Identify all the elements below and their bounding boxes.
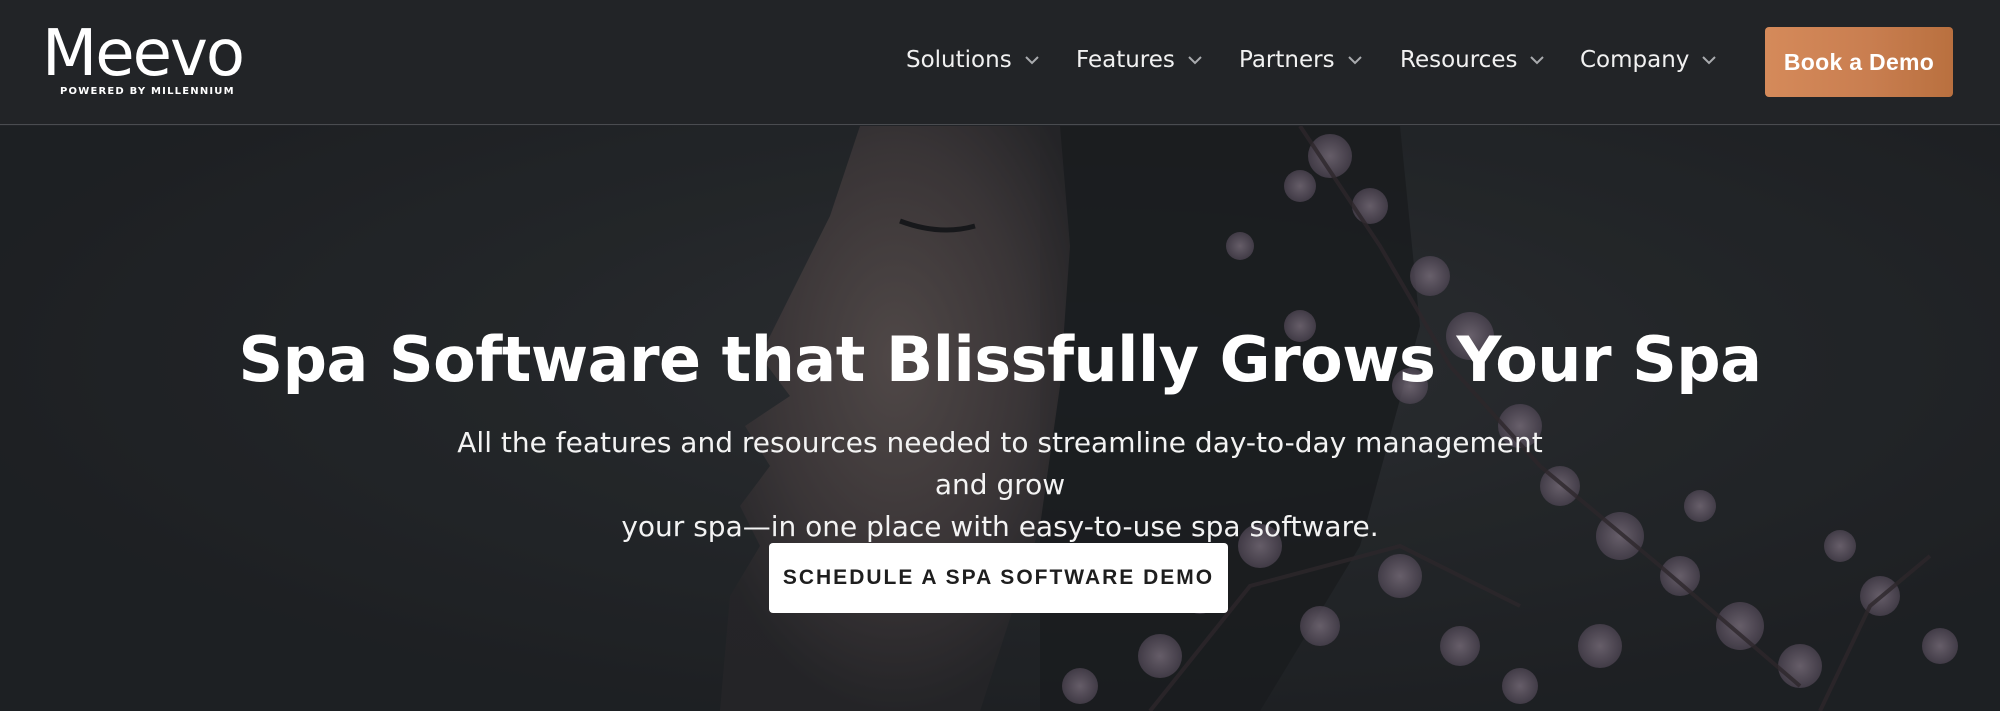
nav-item-label: Features: [1076, 47, 1175, 73]
logo-tagline: POWERED BY MILLENNIUM: [60, 86, 235, 97]
page: Meevo POWERED BY MILLENNIUM Solutions Fe…: [0, 0, 2000, 711]
nav-item-label: Company: [1580, 47, 1690, 73]
nav-item-label: Partners: [1239, 47, 1335, 73]
nav-item-partners[interactable]: Partners: [1239, 40, 1363, 80]
chevron-down-icon: [1701, 52, 1717, 68]
hero-subtitle-line-2: your spa—in one place with easy-to-use s…: [621, 510, 1379, 543]
chevron-down-icon: [1187, 52, 1203, 68]
hero-section: Spa Software that Blissfully Grows Your …: [0, 126, 2000, 711]
meevo-logo[interactable]: Meevo POWERED BY MILLENNIUM: [42, 17, 245, 102]
nav-item-features[interactable]: Features: [1076, 40, 1203, 80]
nav-item-resources[interactable]: Resources: [1400, 40, 1545, 80]
chevron-down-icon: [1529, 52, 1545, 68]
chevron-down-icon: [1024, 52, 1040, 68]
schedule-demo-button[interactable]: SCHEDULE A SPA SOFTWARE DEMO: [769, 543, 1228, 613]
site-header: Meevo POWERED BY MILLENNIUM Solutions Fe…: [0, 0, 2000, 125]
hero-title: Spa Software that Blissfully Grows Your …: [238, 323, 1762, 396]
hero-subtitle-line-1: All the features and resources needed to…: [457, 426, 1543, 501]
hero-overlay: [0, 126, 2000, 711]
nav-item-solutions[interactable]: Solutions: [906, 40, 1040, 80]
chevron-down-icon: [1347, 52, 1363, 68]
nav-item-label: Solutions: [906, 47, 1012, 73]
nav-item-company[interactable]: Company: [1580, 40, 1717, 80]
nav-item-label: Resources: [1400, 47, 1518, 73]
logo-wordmark: Meevo: [42, 17, 245, 91]
hero-subtitle: All the features and resources needed to…: [430, 422, 1570, 548]
book-demo-button[interactable]: Book a Demo: [1765, 27, 1953, 97]
